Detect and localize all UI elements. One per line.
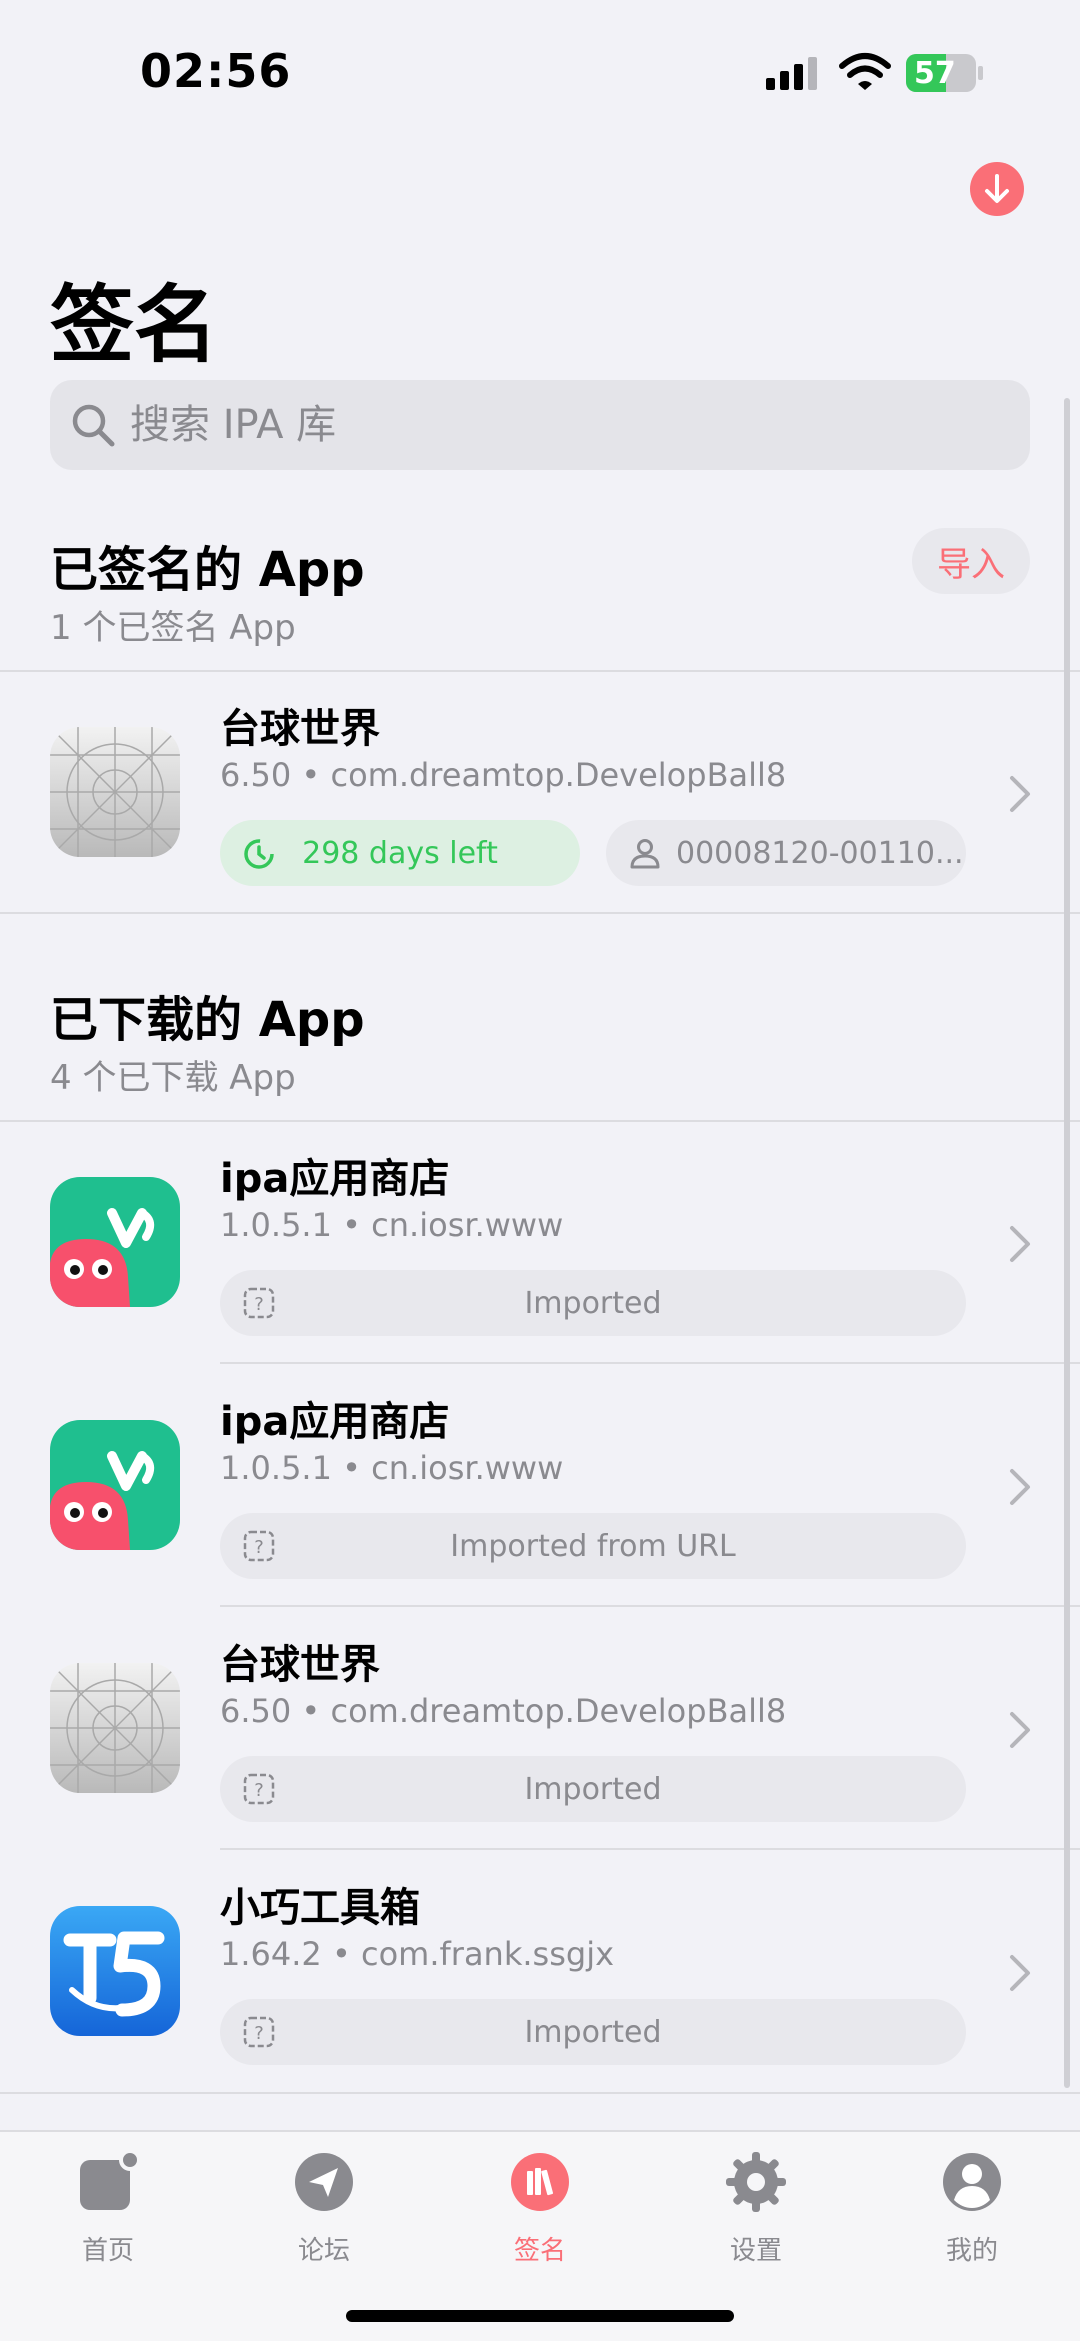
status-text: Imported from URL: [450, 1528, 736, 1564]
tab-label: 我的: [945, 2236, 998, 2266]
tab-settings[interactable]: 设置: [676, 2152, 836, 2282]
device-badge: 00008120-00110...: [606, 820, 966, 886]
question-icon: ?: [243, 2016, 275, 2048]
paper-plane-icon: [295, 2153, 353, 2211]
wifi-icon: [839, 53, 891, 90]
question-icon: ?: [243, 1287, 275, 1319]
tab-home[interactable]: 首页: [28, 2152, 188, 2282]
question-icon: ?: [243, 1530, 275, 1562]
app-name: 台球世界: [220, 706, 380, 752]
person-circle-icon: [943, 2153, 1001, 2211]
status-text: Imported: [524, 1771, 662, 1807]
app-meta: 6.50 • com.dreamtop.DevelopBall8: [220, 756, 787, 794]
status-badge: ? Imported from URL: [220, 1513, 966, 1579]
scrollbar[interactable]: [1064, 398, 1070, 2088]
import-button[interactable]: 导入: [912, 528, 1030, 594]
signed-section-subtitle: 1 个已签名 App: [50, 608, 296, 648]
divider: [220, 1848, 1080, 1850]
tools-app-icon: [50, 1906, 180, 2036]
device-id: 00008120-00110...: [676, 835, 964, 871]
home-indicator[interactable]: [346, 2310, 734, 2322]
tab-profile[interactable]: 我的: [892, 2152, 1052, 2282]
app-name: 台球世界: [220, 1642, 380, 1688]
svg-text:?: ?: [254, 1780, 264, 1801]
status-badge: ? Imported: [220, 1999, 966, 2065]
status-time: 02:56: [140, 44, 292, 98]
svg-text:?: ?: [254, 1294, 264, 1315]
app-placeholder-icon: [50, 727, 180, 857]
search-icon: [72, 404, 115, 447]
downloaded-app-row[interactable]: ipa应用商店 1.0.5.1 • cn.iosr.www ? Imported…: [0, 1365, 1080, 1607]
signed-section-title: 已签名的 App: [50, 542, 365, 598]
tab-label: 签名: [513, 2236, 566, 2266]
app-name: ipa应用商店: [220, 1399, 450, 1445]
books-icon: [511, 2153, 569, 2211]
person-icon: [630, 839, 660, 869]
battery-icon: 57: [906, 54, 983, 92]
tab-label: 首页: [81, 2236, 134, 2266]
app-name: 小巧工具箱: [220, 1885, 420, 1931]
status-text: Imported: [524, 1285, 662, 1321]
gear-icon: [726, 2152, 786, 2212]
downloaded-app-row[interactable]: ipa应用商店 1.0.5.1 • cn.iosr.www ? Imported: [0, 1122, 1080, 1364]
page-title: 签名: [50, 276, 219, 374]
days-left-badge: 298 days left: [220, 820, 580, 886]
status-badge: ? Imported: [220, 1756, 966, 1822]
status-badge: ? Imported: [220, 1270, 966, 1336]
app-meta: 1.64.2 • com.frank.ssgjx: [220, 1935, 615, 1973]
divider: [220, 1605, 1080, 1607]
vine-app-icon: [50, 1177, 180, 1307]
timer-icon: [244, 839, 274, 869]
downloaded-section-title: 已下载的 App: [50, 992, 365, 1048]
question-icon: ?: [243, 1773, 275, 1805]
search-bar[interactable]: [50, 380, 1030, 470]
status-bar: 02:56 57: [0, 0, 1080, 140]
svg-text:?: ?: [254, 2023, 264, 2044]
signed-app-row[interactable]: 台球世界 6.50 • com.dreamtop.DevelopBall8 29…: [0, 672, 1080, 914]
battery-percent: 57: [914, 56, 956, 91]
status-text: Imported: [524, 2014, 662, 2050]
chevron-right-icon: [1010, 776, 1030, 812]
download-button[interactable]: [970, 162, 1024, 216]
chevron-right-icon: [1010, 1955, 1030, 1991]
downloaded-app-row[interactable]: 台球世界 6.50 • com.dreamtop.DevelopBall8 ? …: [0, 1608, 1080, 1850]
search-input[interactable]: [130, 380, 1010, 470]
arrow-down-icon: [985, 174, 1009, 203]
svg-text:?: ?: [254, 1537, 264, 1558]
tab-label: 设置: [729, 2236, 782, 2266]
tab-label: 论坛: [297, 2236, 350, 2266]
downloaded-app-row[interactable]: 小巧工具箱 1.64.2 • com.frank.ssgjx ? Importe…: [0, 1851, 1080, 2093]
tab-forum[interactable]: 论坛: [244, 2152, 404, 2282]
chevron-right-icon: [1010, 1226, 1030, 1262]
tab-sign[interactable]: 签名: [460, 2152, 620, 2282]
days-left-text: 298 days left: [302, 835, 498, 871]
divider: [0, 2092, 1080, 2094]
downloaded-section-subtitle: 4 个已下载 App: [50, 1058, 296, 1098]
divider: [220, 1362, 1080, 1364]
cellular-signal-icon: [766, 57, 817, 90]
vine-app-icon: [50, 1420, 180, 1550]
home-app-icon: [80, 2152, 138, 2210]
chevron-right-icon: [1010, 1712, 1030, 1748]
app-meta: 6.50 • com.dreamtop.DevelopBall8: [220, 1692, 787, 1730]
app-meta: 1.0.5.1 • cn.iosr.www: [220, 1206, 564, 1244]
app-placeholder-icon: [50, 1663, 180, 1793]
app-meta: 1.0.5.1 • cn.iosr.www: [220, 1449, 564, 1487]
divider: [0, 912, 1080, 914]
chevron-right-icon: [1010, 1469, 1030, 1505]
app-name: ipa应用商店: [220, 1156, 450, 1202]
